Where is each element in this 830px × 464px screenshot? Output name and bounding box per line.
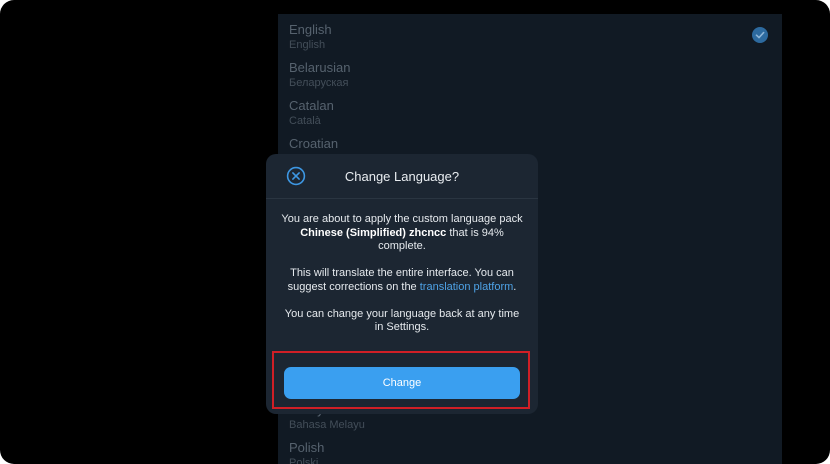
- language-native-name: English: [289, 39, 326, 51]
- selected-check-icon: [752, 27, 768, 43]
- dialog-header: Change Language?: [266, 154, 538, 199]
- language-name: Catalan: [289, 98, 334, 113]
- language-name: English: [289, 22, 332, 37]
- language-native-name: Беларуская: [289, 77, 349, 89]
- app-frame: English English Belarusian Беларуская Ca…: [0, 0, 830, 464]
- language-item-polish[interactable]: Polish Polski: [289, 440, 324, 464]
- language-name: Croatian: [289, 136, 339, 151]
- translation-platform-link[interactable]: translation platform: [420, 281, 514, 293]
- dialog-message-settings: You can change your language back at any…: [284, 307, 520, 334]
- highlight-box: [272, 351, 530, 409]
- language-native-name: Català: [289, 115, 321, 127]
- dialog-body: You are about to apply the custom langua…: [280, 213, 524, 335]
- language-item-catalan[interactable]: Catalan Català: [289, 98, 334, 128]
- language-name: Polish: [289, 440, 325, 455]
- message-text: .: [513, 280, 517, 293]
- language-item-english[interactable]: English English: [289, 22, 332, 52]
- language-pack-name: Chinese (Simplified) zhcncc: [300, 226, 447, 239]
- language-item-belarusian[interactable]: Belarusian Беларуская: [289, 60, 350, 90]
- language-native-name: Polski: [289, 457, 319, 464]
- dialog-message-translate: This will translate the entire interface…: [280, 267, 524, 294]
- dialog-title: Change Language?: [344, 169, 460, 184]
- language-name: Belarusian: [289, 60, 351, 75]
- dialog-message-pack: You are about to apply the custom langua…: [280, 213, 524, 254]
- message-text: You are about to apply the custom langua…: [281, 213, 523, 225]
- language-item-croatian[interactable]: Croatian: [289, 136, 338, 152]
- language-native-name: Bahasa Melayu: [289, 419, 365, 431]
